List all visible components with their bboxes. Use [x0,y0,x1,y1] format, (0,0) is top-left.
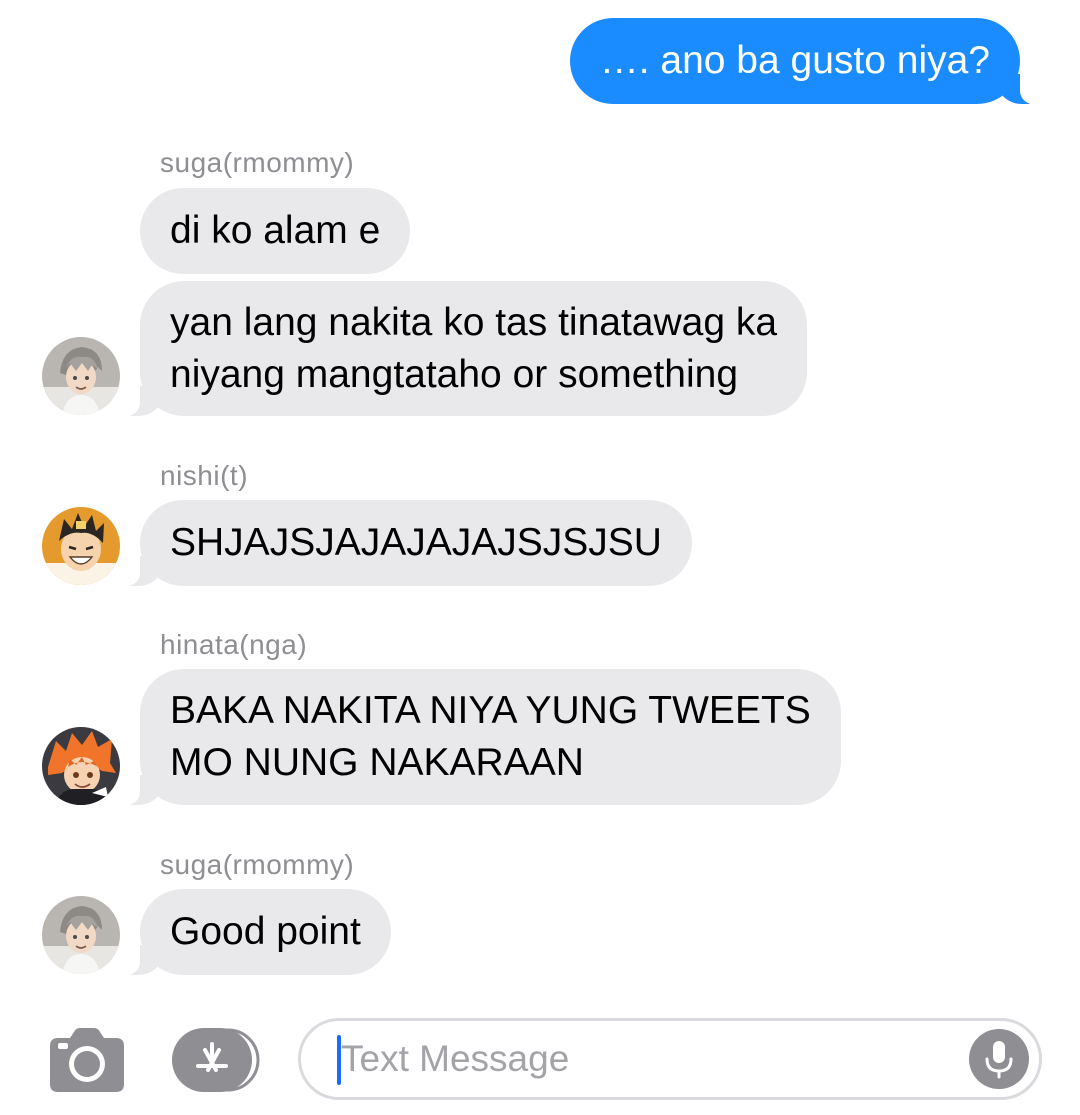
avatar-suga[interactable] [42,337,120,415]
message-thread: …. ano ba gusto niya? suga(rmommy) di ko… [0,0,1080,1000]
avatar-suga[interactable] [42,896,120,974]
avatar-hinata[interactable] [42,727,120,805]
incoming-message-bubble[interactable]: Good point [114,889,391,976]
message-text-line: niyang mangtataho or something [170,353,739,396]
camera-button[interactable] [50,1028,124,1092]
message-input[interactable]: Text Message [298,1018,1042,1100]
incoming-message-bubble[interactable]: SHJAJSJAJAJAJAJSJSJSU [114,500,692,587]
message-text: Good point [170,910,361,953]
app-store-button[interactable] [172,1028,260,1092]
message-text: SHJAJSJAJAJAJAJSJSJSU [170,521,662,564]
microphone-icon [985,1041,1013,1079]
outgoing-message-bubble[interactable]: …. ano ba gusto niya? [569,18,1047,105]
avatar-nishi[interactable] [42,507,120,585]
incoming-message-bubble[interactable]: di ko alam e [140,188,411,274]
message-text-line: MO NUNG NAKARAAN [170,741,584,784]
message-text-line: BAKA NAKITA NIYA YUNG TWEETS [170,689,811,732]
camera-icon [50,1028,124,1092]
sender-name: suga(rmommy) [160,147,355,178]
message-text: di ko alam e [170,209,381,252]
sender-name: hinata(nga) [160,629,308,660]
app-store-icon [172,1028,260,1092]
incoming-message-bubble[interactable]: BAKA NAKITA NIYA YUNG TWEETS MO NUNG NAK… [114,669,841,806]
incoming-message-bubble[interactable]: yan lang nakita ko tas tinatawag ka niya… [113,281,808,417]
message-input-bar: Text Message [0,1000,1080,1115]
sender-name: suga(rmommy) [160,849,355,880]
sender-name: nishi(t) [160,460,249,491]
message-text: …. ano ba gusto niya? [599,39,990,82]
message-text-line: yan lang nakita ko tas tinatawag ka [170,301,778,344]
message-input-placeholder: Text Message [341,1038,570,1079]
dictation-button[interactable] [969,1029,1029,1089]
